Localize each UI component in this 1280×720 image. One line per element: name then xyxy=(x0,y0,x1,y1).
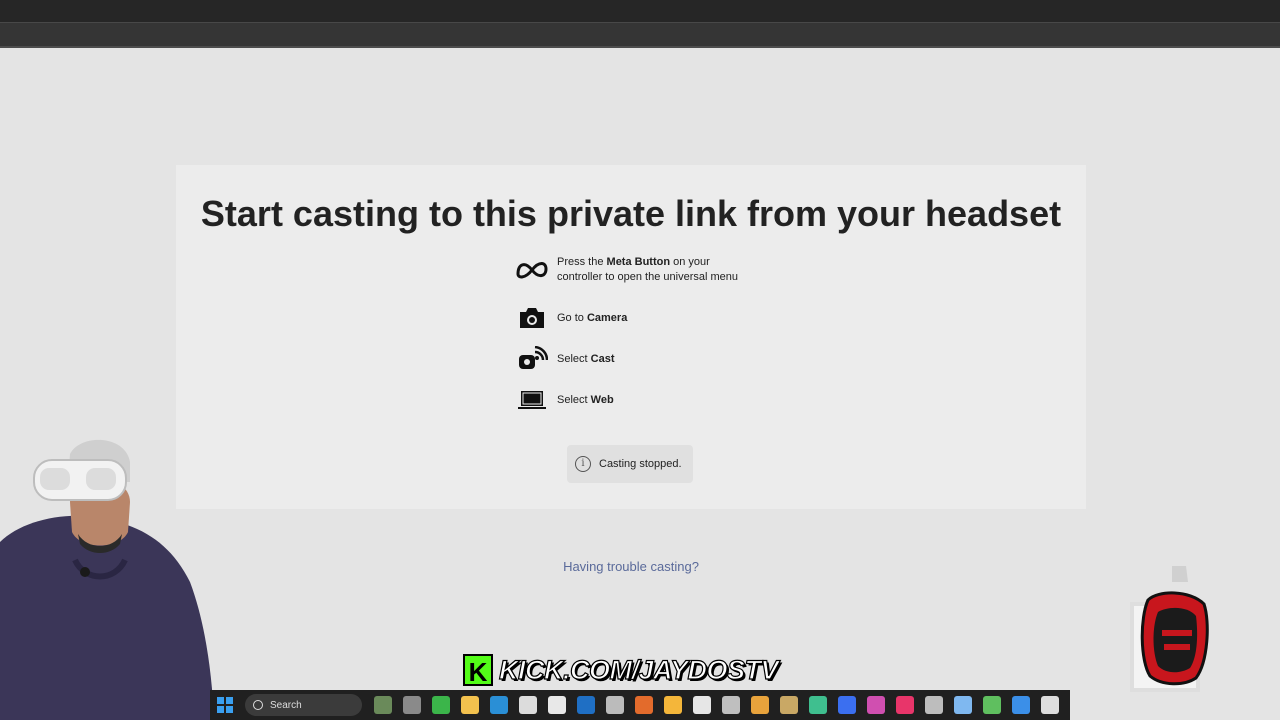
store-icon[interactable] xyxy=(519,696,537,714)
chat-icon[interactable] xyxy=(809,696,827,714)
app-icon[interactable] xyxy=(867,696,885,714)
taskbar-search[interactable]: Search xyxy=(245,694,362,716)
edge-icon[interactable] xyxy=(490,696,508,714)
browser-title-bar xyxy=(0,0,1280,22)
app-icon[interactable] xyxy=(925,696,943,714)
unreal-icon[interactable] xyxy=(693,696,711,714)
kick-logo-icon: K xyxy=(463,654,493,687)
play-icon[interactable] xyxy=(432,696,450,714)
app-icon[interactable] xyxy=(983,696,1001,714)
step-text-line2: controller to open the universal menu xyxy=(557,271,738,283)
status-message: Casting stopped. xyxy=(599,458,682,470)
step-meta-button: Press the Meta Button on your controller… xyxy=(515,255,738,285)
app-icon[interactable] xyxy=(780,696,798,714)
step-text: Select xyxy=(557,393,591,406)
kick-overlay: K KICK.COM/JAYDOSTV xyxy=(463,653,779,687)
task-view-icon[interactable] xyxy=(403,696,421,714)
file-explorer-icon[interactable] xyxy=(461,696,479,714)
laptop-icon xyxy=(515,386,549,414)
app-icon[interactable] xyxy=(664,696,682,714)
page-title: Start casting to this private link from … xyxy=(200,193,1062,234)
affinity-icon[interactable] xyxy=(635,696,653,714)
chrome-icon[interactable] xyxy=(751,696,769,714)
status-toast: i Casting stopped. xyxy=(567,445,693,483)
outlook-icon[interactable] xyxy=(577,696,595,714)
step-web: Select Web xyxy=(515,386,614,414)
taskbar: Search xyxy=(210,690,1070,720)
step-text: on your xyxy=(670,256,710,268)
vpn-icon[interactable] xyxy=(954,696,972,714)
taskbar-apps xyxy=(374,696,1070,714)
kick-url: KICK.COM/JAYDOSTV xyxy=(498,654,779,685)
step-text: Press the xyxy=(557,256,607,268)
cast-icon xyxy=(515,345,549,373)
step-bold: Camera xyxy=(586,311,628,324)
webcam-overlay xyxy=(0,439,214,720)
tiktok-icon[interactable] xyxy=(896,696,914,714)
info-icon: i xyxy=(575,456,591,472)
meta-logo-icon xyxy=(515,256,549,284)
zoom-icon[interactable] xyxy=(838,696,856,714)
widgets-icon[interactable] xyxy=(374,696,392,714)
step-cast: Select Cast xyxy=(515,345,614,373)
browser-toolbar xyxy=(0,22,1280,48)
windows-start-icon[interactable] xyxy=(216,696,234,714)
channel-logo-overlay xyxy=(1130,566,1209,692)
search-label: Search xyxy=(270,699,302,711)
app-icon[interactable] xyxy=(1012,696,1030,714)
step-bold: Meta Button xyxy=(606,256,671,268)
step-bold: Web xyxy=(590,393,614,406)
step-text: Go to xyxy=(557,311,587,324)
step-camera: Go to Camera xyxy=(515,304,627,332)
file-icon[interactable] xyxy=(548,696,566,714)
app-icon[interactable] xyxy=(722,696,740,714)
step-bold: Cast xyxy=(590,352,615,365)
app-icon[interactable] xyxy=(606,696,624,714)
app-icon[interactable] xyxy=(1041,696,1059,714)
step-text: Select xyxy=(557,352,591,365)
camera-icon xyxy=(515,304,549,332)
search-icon xyxy=(253,700,263,710)
